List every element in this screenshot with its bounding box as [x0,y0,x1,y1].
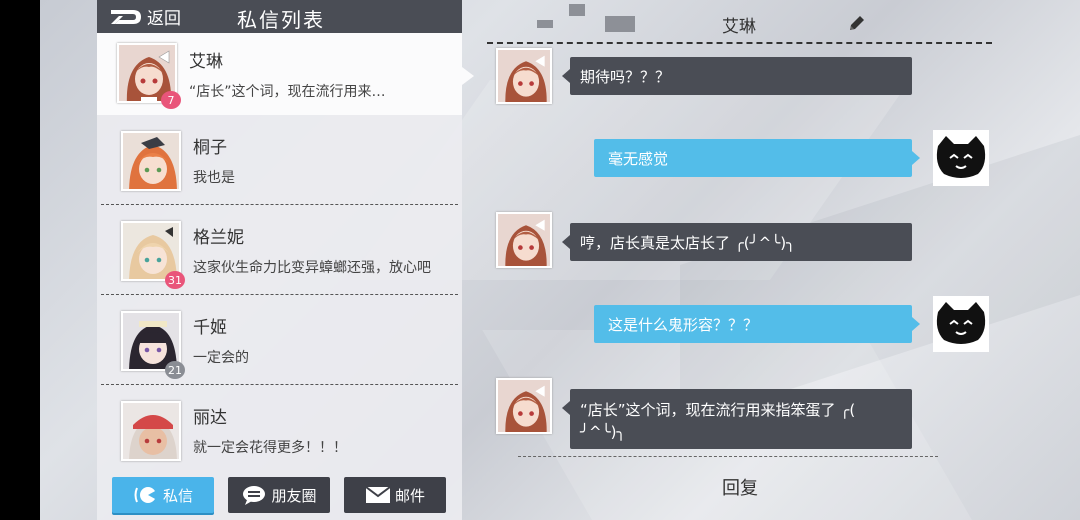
contact-name: 格兰妮 [193,228,244,248]
message-bubble-outgoing: 毫无感觉 [594,139,920,177]
contact-item-lida[interactable]: 丽达 就一定会花得更多！！！ [101,389,458,465]
pencil-icon[interactable] [847,13,867,33]
back-button[interactable]: 返回 [109,4,181,29]
message-text: 毫无感觉 [608,149,669,168]
divider [518,456,938,457]
pixel-decoration [605,16,635,32]
back-label: 返回 [147,9,181,29]
contact-item-tongzi[interactable]: 桐子 我也是 [101,119,458,205]
message-bubble-incoming: 哼，店长真是太店长了 ╭(╯^╰)╮ [562,223,912,261]
self-avatar [933,296,989,352]
message-bubble-incoming: “店长”这个词，现在流行用来指笨蛋了 ╭( ╯^╰)╮ [562,389,912,449]
tab-label: 朋友圈 [271,486,317,505]
pixel-decoration [569,4,585,16]
contact-preview: “店长”这个词，现在流行用来… [189,84,386,100]
contact-name: 丽达 [193,408,227,428]
sender-avatar [496,378,552,434]
chat-face-icon [134,487,157,503]
unread-badge: 21 [165,361,185,379]
tab-label: 私信 [162,486,193,505]
contact-item-granny[interactable]: 31 格兰妮 这家伙生命力比变异蟑螂还强，放心吧 [101,209,458,295]
contact-preview: 我也是 [193,170,235,186]
unread-badge: 7 [161,91,181,109]
contact-item-qianji[interactable]: 21 千姬 一定会的 [101,299,458,385]
pixel-decoration [537,20,553,28]
self-avatar [933,130,989,186]
selection-pointer [462,67,474,85]
contact-name: 千姬 [193,318,227,338]
unread-badge: 31 [165,271,185,289]
message-bubble-outgoing: 这是什么鬼形容？？？ [594,305,920,343]
bottom-tab-bar: 私信 朋友圈 邮件 [97,470,462,520]
chat-header: 艾琳 [487,0,992,44]
avatar [121,401,181,461]
contact-preview: 这家伙生命力比变异蟑螂还强，放心吧 [193,260,431,276]
contact-list: 7 艾琳 “店长”这个词，现在流行用来… 桐子 我也是 31 格兰妮 这家伙生命… [97,33,462,465]
back-logo-icon [111,9,141,24]
tab-private-messages[interactable]: 私信 [112,477,214,513]
message-text: “店长”这个词，现在流行用来指笨蛋了 ╭( ╯^╰)╮ [580,399,855,443]
message-bubble-incoming: 期待吗？？？ [562,57,912,95]
contact-preview: 一定会的 [193,350,249,366]
sender-avatar [496,48,552,104]
list-header: 返回 私信列表 [97,0,462,33]
reply-area: 回复 [470,456,990,520]
avatar [121,131,181,191]
contact-item-ailin[interactable]: 7 艾琳 “店长”这个词，现在流行用来… [97,33,462,115]
reply-button[interactable]: 回复 [722,474,758,500]
tab-moments[interactable]: 朋友圈 [228,477,330,513]
tab-label: 邮件 [394,486,425,505]
contact-name: 桐子 [193,138,227,158]
list-title: 私信列表 [237,8,325,32]
message-text: 哼，店长真是太店长了 ╭(╯^╰)╮ [580,233,796,252]
black-cat-icon [936,136,986,178]
contact-preview: 就一定会花得更多！！！ [193,440,347,456]
message-text-line: ╯^╰)╮ [580,423,626,441]
speech-bubble-icon [243,486,266,505]
contact-name: 艾琳 [189,52,223,72]
envelope-icon [365,486,391,503]
tab-mail[interactable]: 邮件 [344,477,446,513]
black-cat-icon [936,302,986,344]
chat-title: 艾琳 [722,17,756,37]
message-text: 这是什么鬼形容？？？ [608,315,759,334]
app-window: 返回 私信列表 7 艾琳 “店长”这个词，现在流行用来… 桐子 我也是 31 格… [40,0,1080,520]
message-text: 期待吗？？？ [580,67,671,86]
message-list-panel: 返回 私信列表 7 艾琳 “店长”这个词，现在流行用来… 桐子 我也是 31 格… [97,0,462,520]
sender-avatar [496,212,552,268]
message-text-line: “店长”这个词，现在流行用来指笨蛋了 ╭( [580,401,856,419]
